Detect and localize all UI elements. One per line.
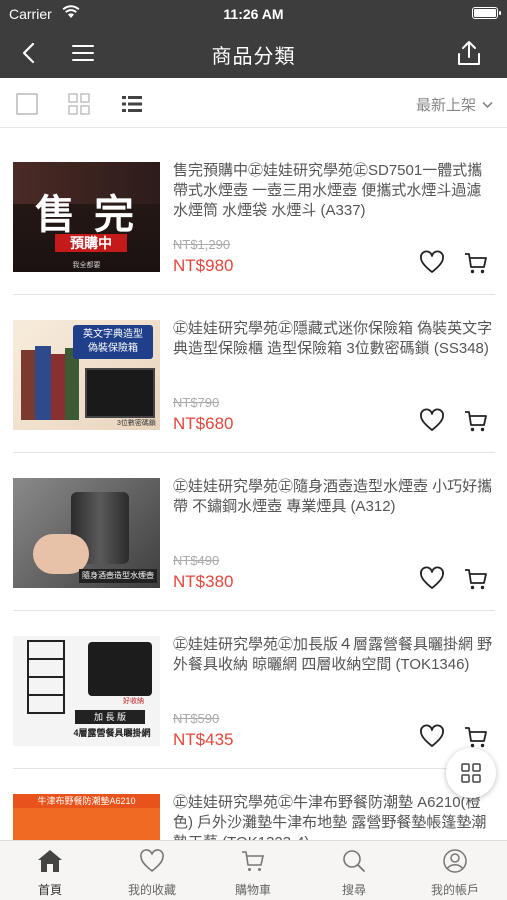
category-grid-button[interactable] [446, 748, 496, 798]
chevron-down-icon [482, 101, 493, 108]
home-icon [38, 850, 62, 872]
tab-cart[interactable]: 購物車 [203, 849, 303, 898]
tab-label: 首頁 [37, 883, 62, 897]
cart-icon [242, 851, 264, 871]
cart-icon[interactable] [463, 724, 489, 750]
original-price: NT$490 [173, 553, 220, 568]
product-image[interactable]: 英文字典造型 偽裝保險箱 3位數密碼鎖 [13, 320, 160, 430]
product-image[interactable]: 售 完 預購中 我全都要 [13, 162, 160, 272]
view-toolbar: 最新上架 [0, 78, 507, 128]
tab-favorites[interactable]: 我的收藏 [102, 849, 202, 898]
product-name[interactable]: 售完預購中㊣娃娃研究學苑㊣SD7501一體式攜帶式水煙壺 一壺三用水煙壺 便攜式… [173, 161, 493, 221]
cart-icon[interactable] [463, 408, 489, 434]
product-name[interactable]: ㊣娃娃研究學苑㊣隨身酒壺造型水煙壺 小巧好攜帶 不鏽鋼水煙壺 專業煙具 (A31… [173, 477, 493, 517]
preorder-ribbon: 預購中 [55, 234, 127, 252]
cart-icon[interactable] [463, 250, 489, 276]
clock: 11:26 AM [223, 6, 284, 22]
thumb-tag: 好收納 [123, 698, 144, 705]
sort-label: 最新上架 [415, 97, 476, 114]
heart-icon[interactable] [419, 250, 445, 276]
product-card[interactable]: 牛津布野餐防潮墊A6210 ㊣娃娃研究學苑㊣牛津布野餐防潮墊 A6210(橙色)… [13, 769, 495, 840]
battery-icon [472, 7, 501, 19]
sale-price: NT$435 [173, 730, 234, 749]
banner-line-2: 偽裝保險箱 [88, 343, 138, 354]
grid-icon [461, 763, 481, 783]
banner-line-1: 英文字典造型 [83, 329, 143, 340]
thumb-header: 牛津布野餐防潮墊A6210 [13, 794, 160, 808]
tab-label: 購物車 [234, 883, 271, 897]
sale-price: NT$380 [173, 572, 234, 591]
nav-bar: 商品分類 [0, 28, 507, 78]
thumb-caption-1: 加 長 版 [75, 710, 145, 724]
page-title: 商品分類 [211, 46, 296, 68]
product-name[interactable]: ㊣娃娃研究學苑㊣隱藏式迷你保險箱 偽裝英文字典造型保險櫃 造型保險箱 3位數密碼… [173, 319, 493, 359]
account-icon [443, 849, 467, 873]
sale-price: NT$680 [173, 414, 234, 433]
heart-icon[interactable] [419, 724, 445, 750]
sort-dropdown[interactable]: 最新上架 [416, 94, 493, 115]
product-list: 售 完 預購中 我全都要 售完預購中㊣娃娃研究學苑㊣SD7501一體式攜帶式水煙… [0, 128, 507, 840]
original-price: NT$790 [173, 395, 220, 410]
tab-search[interactable]: 搜尋 [304, 849, 404, 898]
share-button[interactable] [452, 36, 486, 70]
tab-label: 我的帳戶 [430, 883, 479, 897]
product-name[interactable]: ㊣娃娃研究學苑㊣牛津布野餐防潮墊 A6210(橙色) 戶外沙灘墊牛津布地墊 露營… [173, 793, 493, 840]
tab-label: 搜尋 [341, 883, 366, 897]
product-image[interactable]: 牛津布野餐防潮墊A6210 [13, 794, 160, 840]
single-view-icon[interactable] [15, 92, 39, 116]
thumb-caption: 隨身酒壺造型水煙壺 [79, 569, 157, 583]
product-card[interactable]: 好收納 加 長 版 4層露營餐具曬掛網 ㊣娃娃研究學苑㊣加長版４層露營餐具曬掛網… [13, 611, 495, 769]
thumb-small-text: 我全都要 [72, 262, 101, 269]
heart-icon [140, 849, 164, 873]
share-icon [458, 41, 480, 65]
heart-icon[interactable] [419, 566, 445, 592]
product-image[interactable]: 隨身酒壺造型水煙壺 [13, 478, 160, 588]
grid-view-icon[interactable] [67, 92, 91, 116]
heart-icon[interactable] [419, 408, 445, 434]
product-name[interactable]: ㊣娃娃研究學苑㊣加長版４層露營餐具曬掛網 野外餐具收納 晾曬網 四層收納空間 (… [173, 635, 493, 675]
tab-label: 我的收藏 [127, 883, 176, 897]
original-price: NT$590 [173, 711, 220, 726]
tab-bar: 首頁 我的收藏 購物車 搜尋 我的帳戶 [0, 840, 507, 900]
tab-account[interactable]: 我的帳戶 [405, 849, 505, 898]
original-price: NT$1,290 [173, 237, 231, 252]
status-bar: Carrier 11:26 AM [0, 0, 507, 28]
product-card[interactable]: 隨身酒壺造型水煙壺 ㊣娃娃研究學苑㊣隨身酒壺造型水煙壺 小巧好攜帶 不鏽鋼水煙壺… [13, 453, 495, 611]
thumb-caption-2: 4層露營餐具曬掛網 [73, 728, 151, 738]
product-card[interactable]: 售 完 預購中 我全都要 售完預購中㊣娃娃研究學苑㊣SD7501一體式攜帶式水煙… [13, 137, 495, 295]
cart-icon[interactable] [463, 566, 489, 592]
tab-home[interactable]: 首頁 [0, 849, 100, 898]
search-icon [343, 850, 365, 872]
lock-tag: 3位數密碼鎖 [117, 420, 156, 427]
product-image[interactable]: 好收納 加 長 版 4層露營餐具曬掛網 [13, 636, 160, 746]
product-card[interactable]: 英文字典造型 偽裝保險箱 3位數密碼鎖 ㊣娃娃研究學苑㊣隱藏式迷你保險箱 偽裝英… [13, 295, 495, 453]
sold-out-text: 售 完 [34, 193, 139, 237]
sale-price: NT$980 [173, 256, 234, 275]
list-view-icon[interactable] [120, 92, 144, 116]
